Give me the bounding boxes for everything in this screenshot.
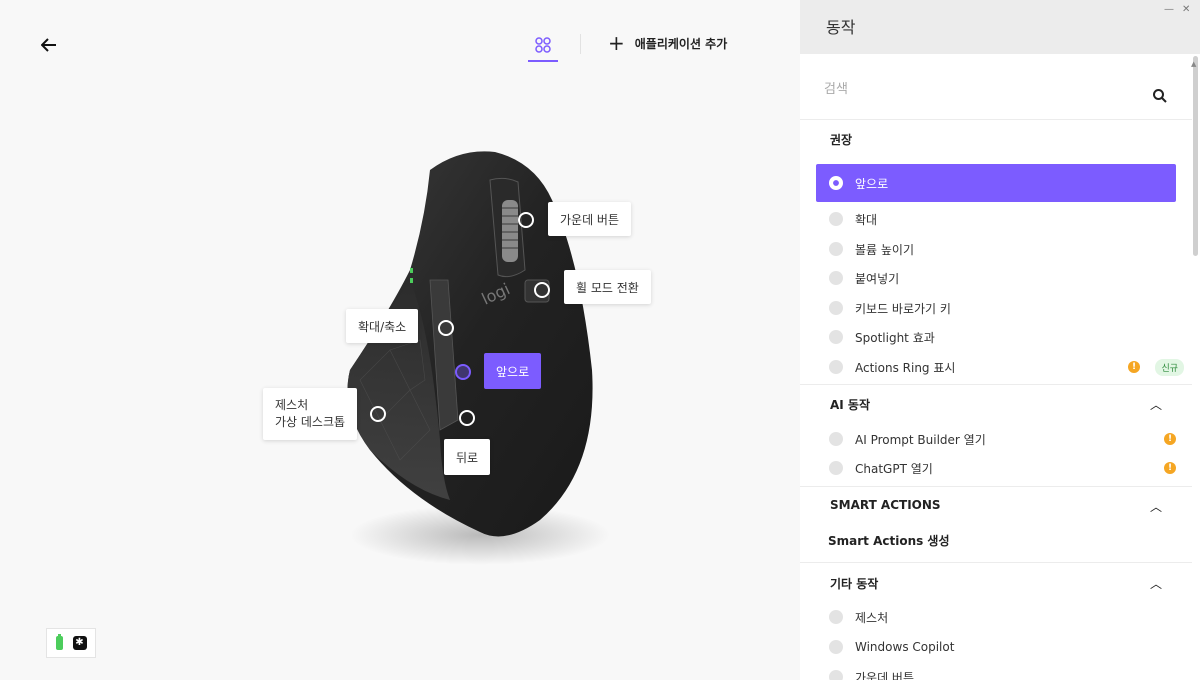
hotspot-zoom[interactable]: [438, 320, 454, 336]
radio: [829, 271, 843, 285]
close-icon[interactable]: ✕: [1182, 4, 1190, 15]
callout-zoom[interactable]: 확대/축소: [346, 309, 419, 343]
radio: [829, 360, 843, 374]
section-recommended-title: 권장: [830, 133, 853, 147]
search-input[interactable]: [824, 82, 1144, 97]
action-item[interactable]: Spotlight 효과: [816, 322, 1176, 352]
action-item[interactable]: Actions Ring 표시 ! 신규: [816, 352, 1184, 382]
hotspot-forward[interactable]: [455, 364, 471, 380]
section-ai-title: AI 동작: [830, 398, 871, 412]
radio-selected: [829, 176, 843, 190]
search-icon[interactable]: [1152, 88, 1168, 104]
radio: [829, 242, 843, 256]
divider: [800, 486, 1192, 487]
search-bar: [800, 54, 1192, 120]
action-item[interactable]: 볼륨 높이기: [816, 234, 1176, 264]
section-other-title: 기타 동작: [830, 577, 879, 591]
plus-icon: +: [608, 31, 625, 55]
action-item[interactable]: ChatGPT 열기 !: [816, 453, 1176, 483]
radio: [829, 640, 843, 654]
action-item[interactable]: 가운데 버튼: [816, 662, 1176, 680]
radio: [829, 610, 843, 624]
warning-icon: !: [1164, 433, 1176, 445]
warning-icon: !: [1164, 462, 1176, 474]
add-application-label: 애플리케이션 추가: [634, 36, 728, 51]
warning-icon: !: [1128, 361, 1140, 373]
action-item[interactable]: AI Prompt Builder 열기 !: [816, 424, 1176, 454]
radio: [829, 670, 843, 680]
divider: [800, 384, 1192, 385]
action-item[interactable]: Windows Copilot: [816, 632, 1176, 662]
action-item[interactable]: 확대: [816, 204, 1176, 234]
add-application-button[interactable]: + 애플리케이션 추가: [608, 31, 728, 55]
battery-icon: [55, 634, 63, 650]
panel-header: 동작 — ✕: [800, 0, 1200, 54]
callout-middle-button[interactable]: 가운데 버튼: [548, 202, 632, 236]
callout-back[interactable]: 뒤로: [444, 439, 491, 475]
radio: [829, 301, 843, 315]
flow-icon: ✱: [72, 636, 87, 650]
arrow-left-icon: [41, 38, 56, 52]
scroll-up-icon[interactable]: ▲: [1191, 60, 1196, 68]
create-smart-action-link[interactable]: Smart Actions 생성: [828, 532, 950, 549]
back-button[interactable]: [36, 32, 62, 58]
action-item[interactable]: 키보드 바로가기 키: [816, 293, 1176, 323]
hotspot-gesture[interactable]: [370, 406, 386, 422]
action-item[interactable]: 제스처: [816, 602, 1176, 632]
hotspot-middle-button[interactable]: [518, 212, 534, 228]
all-apps-button[interactable]: [528, 30, 558, 62]
section-smart-title: SMART ACTIONS: [830, 498, 941, 512]
chevron-up-icon[interactable]: ︿: [1150, 575, 1162, 592]
minimize-icon[interactable]: —: [1164, 4, 1174, 15]
action-item[interactable]: 붙여넣기: [816, 263, 1176, 293]
actions-panel: 동작 — ✕ ▲ 권장 앞으로 확대 볼륨 높이기 붙여넣기 키보드 바로가기 …: [800, 0, 1200, 680]
apps-grid-icon: [535, 37, 551, 53]
radio: [829, 432, 843, 446]
callout-forward[interactable]: 앞으로: [484, 353, 542, 389]
radio: [829, 212, 843, 226]
hotspot-back[interactable]: [459, 410, 475, 426]
device-stage: + 애플리케이션 추가 logi 가운데 버튼 휠 모드 전환 확대/축소 앞으…: [0, 0, 800, 680]
radio: [829, 461, 843, 475]
divider: [800, 562, 1192, 563]
radio: [829, 330, 843, 344]
device-status: ✱: [46, 628, 96, 658]
action-item[interactable]: 앞으로: [816, 164, 1176, 202]
scrollbar[interactable]: [1193, 56, 1198, 256]
chevron-up-icon[interactable]: ︿: [1150, 396, 1162, 413]
new-badge: 신규: [1155, 358, 1184, 376]
chevron-up-icon[interactable]: ︿: [1150, 498, 1162, 515]
toolbar-divider: [580, 34, 581, 54]
callout-wheel-mode[interactable]: 휠 모드 전환: [564, 270, 651, 304]
hotspot-wheel-mode[interactable]: [534, 282, 550, 298]
panel-title: 동작: [826, 18, 856, 37]
callout-gesture[interactable]: 제스처 가상 데스크톱: [263, 388, 358, 440]
